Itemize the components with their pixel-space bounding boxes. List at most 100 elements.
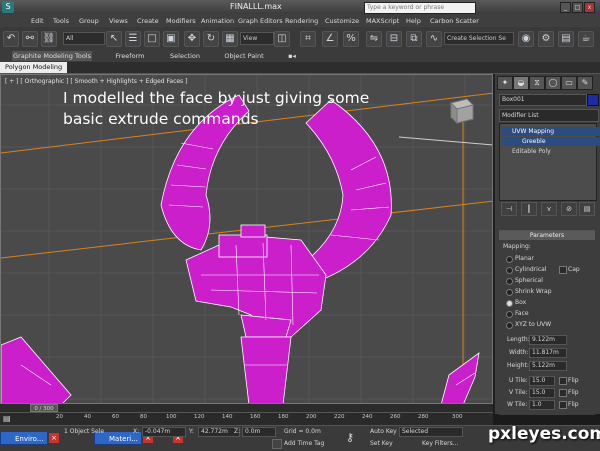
- configure-modifiers-icon[interactable]: ▤: [579, 202, 595, 216]
- render-icon[interactable]: ☕: [578, 31, 594, 47]
- show-end-result-icon[interactable]: ┃: [521, 202, 537, 216]
- menu-tools[interactable]: Tools: [53, 17, 69, 25]
- stack-item-uvw-mapping[interactable]: UVW Mapping: [502, 127, 600, 136]
- length-field[interactable]: 9.122m: [529, 335, 567, 345]
- key-icon[interactable]: ⚷: [346, 431, 354, 444]
- radio-xyz-to-uvw[interactable]: XYZ to UVW: [505, 321, 551, 329]
- key-mode-dropdown[interactable]: Selected: [399, 427, 463, 437]
- select-by-name-icon[interactable]: ☰: [125, 31, 141, 47]
- render-frame-icon[interactable]: ▤: [558, 31, 574, 47]
- viewport-orthographic[interactable]: [ + ] [ Orthographic ] [ Smooth + Highli…: [0, 74, 493, 404]
- unlink-icon[interactable]: ⛓: [41, 31, 57, 47]
- taskbar-environment-button[interactable]: Enviro...: [0, 431, 48, 445]
- menu-views[interactable]: Views: [109, 17, 128, 25]
- rotate-icon[interactable]: ↻: [203, 31, 219, 47]
- radio-cylindrical[interactable]: Cylindrical: [505, 266, 546, 274]
- percent-snap-icon[interactable]: %: [343, 31, 359, 47]
- motion-tab-icon[interactable]: ◯: [545, 76, 561, 90]
- height-field[interactable]: 5.122m: [529, 361, 567, 371]
- menu-help[interactable]: Help: [406, 17, 421, 25]
- radio-face[interactable]: Face: [506, 310, 529, 318]
- create-tab-icon[interactable]: ✦: [497, 76, 513, 90]
- close-environment-icon[interactable]: ×: [49, 433, 59, 443]
- angle-snap-icon[interactable]: ∠: [322, 31, 338, 47]
- menu-group[interactable]: Group: [79, 17, 99, 25]
- move-icon[interactable]: ✥: [184, 31, 200, 47]
- menu-customize[interactable]: Customize: [325, 17, 359, 25]
- render-setup-icon[interactable]: ⚙: [538, 31, 554, 47]
- viewport-label[interactable]: [ + ] [ Orthographic ] [ Smooth + Highli…: [5, 78, 187, 85]
- utilities-tab-icon[interactable]: ✎: [577, 76, 593, 90]
- rect-selection-icon[interactable]: □: [144, 31, 160, 47]
- ref-coord-dropdown[interactable]: View: [240, 32, 274, 45]
- undo-icon[interactable]: ↶: [3, 31, 19, 47]
- object-color-swatch[interactable]: [587, 94, 599, 106]
- pin-stack-icon[interactable]: ⊣: [501, 202, 517, 216]
- time-slider[interactable]: 0 / 300: [0, 404, 493, 412]
- menu-modifiers[interactable]: Modifiers: [166, 17, 196, 25]
- named-selection-dropdown[interactable]: Create Selection Se: [444, 32, 514, 45]
- radio-spherical[interactable]: Spherical: [506, 277, 543, 285]
- link-icon[interactable]: ⚯: [22, 31, 38, 47]
- menu-maxscript[interactable]: MAXScript: [366, 17, 399, 25]
- vtile-field[interactable]: 15.0: [529, 388, 555, 398]
- radio-planar[interactable]: Planar: [506, 255, 534, 263]
- minimize-button[interactable]: _: [560, 2, 571, 13]
- auto-key-button[interactable]: Auto Key: [370, 427, 397, 436]
- tab-selection[interactable]: Selection: [163, 51, 207, 61]
- tab-object-paint[interactable]: Object Paint: [220, 51, 268, 61]
- make-unique-icon[interactable]: ⋎: [541, 202, 557, 216]
- menu-edit[interactable]: Edit: [31, 17, 44, 25]
- search-input[interactable]: Type a keyword or phrase: [364, 2, 476, 14]
- snap-icon[interactable]: ⌗: [300, 31, 316, 47]
- polygon-modeling-button[interactable]: Polygon Modeling: [0, 62, 68, 73]
- layer-icon[interactable]: ⧉: [406, 31, 422, 47]
- radio-shrink-wrap[interactable]: Shrink Wrap: [506, 288, 552, 296]
- mirror-icon[interactable]: ⇋: [366, 31, 382, 47]
- track-bar[interactable]: ▤ 20 40 60 80 100 120 140 160 180 200 22…: [0, 412, 493, 426]
- object-name-field[interactable]: Box001: [499, 94, 587, 106]
- x-coordinate-field[interactable]: -0.047m: [142, 427, 186, 437]
- menu-create[interactable]: Create: [137, 17, 159, 25]
- wtile-field[interactable]: 1.0: [529, 400, 555, 410]
- maximize-button[interactable]: □: [572, 2, 583, 13]
- curve-editor-icon[interactable]: ∿: [426, 31, 442, 47]
- modify-tab-icon[interactable]: ◒: [513, 76, 529, 90]
- scale-icon[interactable]: ▦: [222, 31, 238, 47]
- stack-item-editable-poly[interactable]: Editable Poly: [502, 147, 600, 156]
- utile-field[interactable]: 15.0: [529, 376, 555, 386]
- time-slider-thumb[interactable]: 0 / 300: [30, 404, 58, 412]
- v-flip-checkbox[interactable]: [559, 389, 567, 397]
- w-flip-checkbox[interactable]: [559, 401, 567, 409]
- z-coordinate-field[interactable]: 0.0m: [242, 427, 276, 437]
- pivot-icon[interactable]: ◫: [274, 31, 290, 47]
- add-time-tag-button[interactable]: Add Time Tag: [284, 439, 324, 448]
- window-crossing-icon[interactable]: ▣: [163, 31, 179, 47]
- menu-carbon-scatter[interactable]: Carbon Scatter: [430, 17, 479, 25]
- app-logo-icon[interactable]: S: [2, 1, 14, 13]
- u-flip-checkbox[interactable]: [559, 377, 567, 385]
- select-object-icon[interactable]: ↖: [106, 31, 122, 47]
- align-icon[interactable]: ⊟: [386, 31, 402, 47]
- width-field[interactable]: 11.817m: [529, 348, 567, 358]
- tab-freeform[interactable]: Freeform: [108, 51, 152, 61]
- menu-graph-editors[interactable]: Graph Editors: [238, 17, 283, 25]
- track-bar-icon[interactable]: ▤: [3, 414, 15, 424]
- hierarchy-tab-icon[interactable]: ⧖: [529, 76, 545, 90]
- material-editor-icon[interactable]: ◉: [518, 31, 534, 47]
- modifier-list-dropdown[interactable]: Modifier List: [499, 109, 599, 122]
- cap-checkbox[interactable]: [559, 266, 567, 274]
- menu-animation[interactable]: Animation: [201, 17, 234, 25]
- set-key-button[interactable]: Set Key: [370, 439, 393, 448]
- radio-box[interactable]: Box: [505, 299, 526, 307]
- viewcube-icon[interactable]: [450, 98, 474, 125]
- menu-rendering[interactable]: Rendering: [285, 17, 318, 25]
- display-tab-icon[interactable]: ▭: [561, 76, 577, 90]
- remove-modifier-icon[interactable]: ⊘: [561, 202, 577, 216]
- close-button[interactable]: x: [584, 2, 595, 13]
- tab-graphite-modeling-tools[interactable]: Graphite Modeling Tools: [12, 51, 92, 61]
- ribbon-options-icon[interactable]: ▪◂: [284, 51, 300, 61]
- stack-item-greeble[interactable]: Greeble: [502, 137, 600, 146]
- key-filters-button[interactable]: Key Filters...: [422, 439, 459, 448]
- parameters-header[interactable]: Parameters: [499, 231, 595, 240]
